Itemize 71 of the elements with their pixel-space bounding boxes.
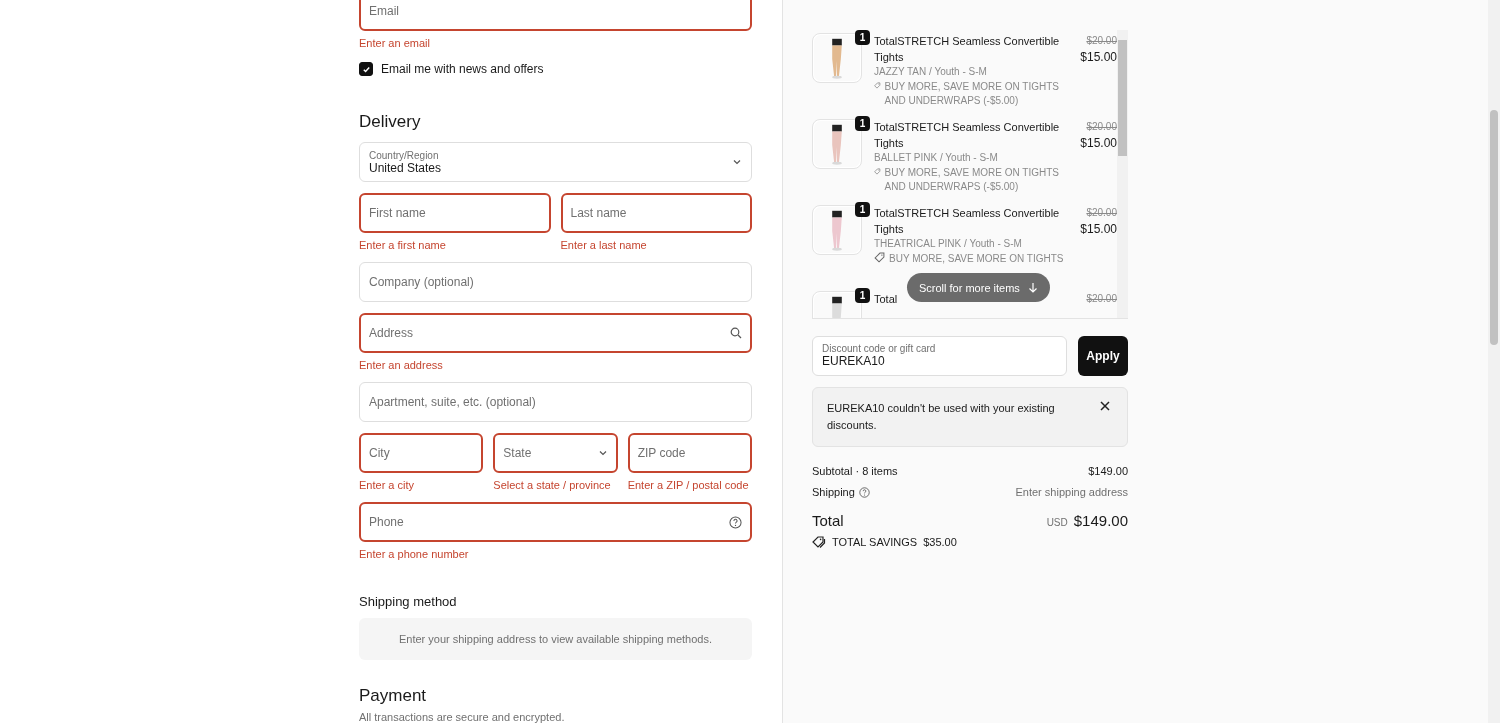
help-icon[interactable]: [858, 486, 870, 498]
scroll-hint-button[interactable]: Scroll for more items: [907, 273, 1050, 302]
original-price: $20.00: [1086, 121, 1117, 132]
product-title: TotalSTRETCH Seamless Convertible Tights: [874, 120, 1061, 151]
input-field[interactable]: Last name: [560, 193, 752, 233]
error-message: Select a state / province: [493, 479, 612, 491]
input-field[interactable]: Company (optional): [359, 262, 752, 302]
original-price: $20.00: [1086, 207, 1117, 218]
input-field[interactable]: Email: [359, 0, 752, 31]
section-title: Payment: [359, 686, 428, 706]
discount-text: BUY MORE, SAVE MORE ON TIGHTS AND UNDERWRAPS (-$5.00): [884, 80, 1060, 108]
error-message: Enter a phone number: [359, 548, 470, 560]
product-title: TotalSTRETCH Seamless Convertible Tights: [874, 34, 1061, 65]
apply-button[interactable]: Apply: [1078, 336, 1128, 376]
error-message: Enter a ZIP / postal code: [627, 479, 750, 491]
price: $15.00: [1080, 222, 1117, 236]
savings-value: $35.00: [923, 536, 957, 548]
alert-message: EUREKA10 couldn't be used with your existing discounts.: [827, 401, 1056, 433]
total-label: Total: [812, 512, 844, 529]
input-field[interactable]: Phone: [359, 502, 752, 542]
currency-label: USD: [1046, 517, 1068, 528]
tag-icon: [874, 166, 881, 177]
product-title: TotalSTRETCH Seamless Convertible Tights: [874, 206, 1061, 237]
info-box: Enter your shipping address to view available shipping methods.: [359, 618, 752, 660]
section-title: Delivery: [359, 112, 422, 132]
discount-field[interactable]: Discount code or gift card EUREKA10: [812, 336, 1067, 376]
total-value: $149.00: [1073, 512, 1128, 529]
subtotal-value: $149.00: [1088, 465, 1128, 477]
tag-icon: [874, 80, 881, 91]
input-field[interactable]: City: [359, 433, 484, 473]
input-field[interactable]: First name: [359, 193, 551, 233]
help-icon[interactable]: [729, 515, 742, 529]
original-price: $20.00: [1086, 35, 1117, 46]
section-subtitle: All transactions are secure and encrypted.: [359, 711, 566, 723]
product-variant: JAZZY TAN / Youth - S-M: [874, 66, 988, 77]
error-message: Enter an address: [359, 359, 444, 371]
subtotal-label: Subtotal · 8 items: [812, 465, 898, 477]
savings-label: TOTAL SAVINGS: [832, 536, 918, 548]
shipping-value: Enter shipping address: [1015, 486, 1128, 498]
arrow-down-icon: [1027, 282, 1038, 293]
chevron-down-icon: [597, 448, 608, 458]
input-field[interactable]: Address: [359, 313, 752, 353]
discount-text: BUY MORE, SAVE MORE ON TIGHTS: [889, 252, 1064, 266]
price: $15.00: [1080, 50, 1117, 64]
product-title: Total: [874, 292, 898, 307]
error-message: Enter a city: [359, 479, 416, 491]
tags-icon: [812, 536, 826, 548]
quantity-badge: 1: [855, 30, 870, 45]
product-variant: THEATRICAL PINK / Youth - S-M: [874, 238, 1023, 249]
checkmark-icon: [361, 64, 371, 74]
error-message: Enter a first name: [359, 239, 447, 251]
original-price: $20.00: [1086, 293, 1117, 304]
section-title: Shipping method: [359, 594, 458, 609]
product-variant: BALLET PINK / Youth - S-M: [874, 152, 999, 163]
select-field[interactable]: State: [493, 433, 618, 473]
discount-text: BUY MORE, SAVE MORE ON TIGHTS AND UNDERWRAPS (-$5.00): [884, 166, 1060, 194]
tag-icon: [874, 252, 885, 263]
quantity-badge: 1: [855, 288, 870, 303]
input-field[interactable]: ZIP code: [627, 433, 752, 473]
chevron-down-icon: [732, 157, 742, 167]
error-message: Enter a last name: [560, 239, 648, 251]
search-icon: [730, 327, 742, 339]
shipping-label: Shipping: [812, 486, 855, 498]
quantity-badge: 1: [855, 116, 870, 131]
select-field[interactable]: Country/Region United States: [359, 142, 752, 182]
checkbox[interactable]: [359, 62, 373, 76]
quantity-badge: 1: [855, 202, 870, 217]
input-field[interactable]: Apartment, suite, etc. (optional): [359, 382, 752, 422]
checkbox-label: Email me with news and offers: [381, 62, 544, 76]
price: $15.00: [1080, 136, 1117, 150]
error-message: Enter an email: [359, 37, 431, 49]
